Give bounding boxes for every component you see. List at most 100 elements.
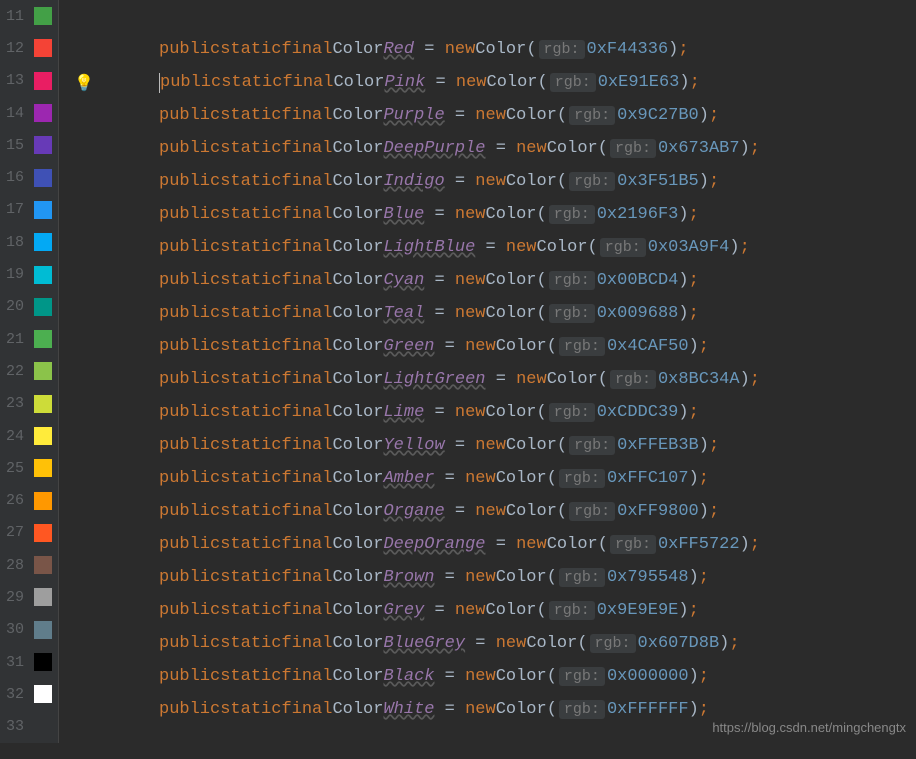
code-line[interactable]: public static final Color Organe = new C…: [59, 495, 916, 528]
color-swatch-icon[interactable]: [34, 492, 52, 510]
constructor-name: Color: [506, 502, 557, 521]
type-name: Color: [332, 469, 383, 488]
code-line[interactable]: [59, 0, 916, 33]
open-paren: (: [547, 667, 557, 686]
gutter-row[interactable]: 15: [0, 129, 58, 161]
code-line[interactable]: public static final Color Lime = new Col…: [59, 396, 916, 429]
code-line[interactable]: public static final Color Green = new Co…: [59, 330, 916, 363]
color-swatch-icon[interactable]: [34, 621, 52, 639]
color-swatch-icon[interactable]: [34, 556, 52, 574]
field-name: White: [383, 700, 434, 719]
color-swatch-icon[interactable]: [34, 395, 52, 413]
color-swatch-icon[interactable]: [34, 298, 52, 316]
gutter-row[interactable]: 20: [0, 291, 58, 323]
gutter-row[interactable]: 26: [0, 484, 58, 516]
keyword-final: final: [281, 271, 332, 290]
color-swatch-icon[interactable]: [34, 104, 52, 122]
gutter-row[interactable]: 32: [0, 678, 58, 710]
gutter-row[interactable]: 29: [0, 581, 58, 613]
color-swatch-icon[interactable]: [34, 136, 52, 154]
color-swatch-icon[interactable]: [34, 362, 52, 380]
open-paren: (: [577, 634, 587, 653]
operator-equals: =: [425, 73, 456, 92]
gutter-row[interactable]: 13: [0, 65, 58, 97]
gutter-row[interactable]: 23: [0, 388, 58, 420]
gutter-row[interactable]: 22: [0, 355, 58, 387]
operator-equals: =: [434, 337, 465, 356]
code-line[interactable]: public static final Color BlueGrey = new…: [59, 627, 916, 660]
open-paren: (: [598, 535, 608, 554]
gutter-row[interactable]: 11: [0, 0, 58, 32]
gutter-row[interactable]: 31: [0, 646, 58, 678]
code-line[interactable]: public static final Color Amber = new Co…: [59, 462, 916, 495]
keyword-final: final: [281, 370, 332, 389]
code-area[interactable]: public static final Color Red = new Colo…: [59, 0, 916, 743]
color-swatch-icon[interactable]: [34, 7, 52, 25]
code-line[interactable]: public static final Color LightGreen = n…: [59, 363, 916, 396]
code-line[interactable]: public static final Color Teal = new Col…: [59, 297, 916, 330]
close-paren: ): [699, 502, 709, 521]
gutter-row[interactable]: 16: [0, 161, 58, 193]
gutter-row[interactable]: 14: [0, 97, 58, 129]
gutter-row[interactable]: 24: [0, 420, 58, 452]
color-swatch-icon[interactable]: [34, 72, 52, 90]
code-line[interactable]: public static final Color Yellow = new C…: [59, 429, 916, 462]
code-line[interactable]: public static final Color Indigo = new C…: [59, 165, 916, 198]
code-line[interactable]: 💡public static final Color Pink = new Co…: [59, 66, 916, 99]
line-number: 17: [4, 201, 28, 218]
operator-equals: =: [434, 568, 465, 587]
code-line[interactable]: public static final Color Brown = new Co…: [59, 561, 916, 594]
constructor-name: Color: [496, 337, 547, 356]
gutter-row[interactable]: 30: [0, 614, 58, 646]
keyword-new: new: [465, 337, 496, 356]
gutter-row[interactable]: 19: [0, 258, 58, 290]
open-paren: (: [537, 304, 547, 323]
gutter-row[interactable]: 17: [0, 194, 58, 226]
color-swatch-icon[interactable]: [34, 266, 52, 284]
code-editor[interactable]: 111213141516 17 18192021222324252627282930…: [0, 0, 916, 743]
color-swatch-icon[interactable]: [34, 459, 52, 477]
keyword-final: final: [281, 436, 332, 455]
code-line[interactable]: public static final Color DeepPurple = n…: [59, 132, 916, 165]
color-swatch-icon[interactable]: [34, 685, 52, 703]
color-swatch-icon[interactable]: [34, 169, 52, 187]
keyword-final: final: [281, 238, 332, 257]
color-swatch-icon[interactable]: [34, 233, 52, 251]
hex-value: 0xFFEB3B: [617, 436, 699, 455]
gutter-row[interactable]: 12: [0, 32, 58, 64]
code-line[interactable]: public static final Color Blue = new Col…: [59, 198, 916, 231]
open-paren: (: [537, 601, 547, 620]
gutter-row[interactable]: 21: [0, 323, 58, 355]
gutter-row[interactable]: 18: [0, 226, 58, 258]
color-swatch-icon[interactable]: [34, 39, 52, 57]
color-swatch-icon[interactable]: [34, 588, 52, 606]
semicolon: ;: [750, 535, 760, 554]
code-line[interactable]: public static final Color Black = new Co…: [59, 660, 916, 693]
gutter-row[interactable]: 25: [0, 452, 58, 484]
keyword-public: public: [159, 205, 220, 224]
color-swatch-icon[interactable]: [34, 201, 52, 219]
keyword-public: public: [160, 73, 221, 92]
gutter-row[interactable]: 33: [0, 711, 58, 743]
code-line[interactable]: public static final Color LightBlue = ne…: [59, 231, 916, 264]
color-swatch-icon[interactable]: [34, 427, 52, 445]
code-line[interactable]: public static final Color DeepOrange = n…: [59, 528, 916, 561]
color-swatch-icon[interactable]: [34, 330, 52, 348]
semicolon: ;: [678, 40, 688, 59]
type-name: Color: [332, 304, 383, 323]
color-swatch-icon[interactable]: [34, 653, 52, 671]
gutter-row[interactable]: 28: [0, 549, 58, 581]
code-line[interactable]: public static final Color Grey = new Col…: [59, 594, 916, 627]
field-name: Grey: [383, 601, 424, 620]
line-number: 31: [4, 654, 28, 671]
type-name: Color: [332, 40, 383, 59]
lightbulb-icon[interactable]: 💡: [74, 73, 94, 93]
keyword-new: new: [496, 634, 527, 653]
type-name: Color: [332, 568, 383, 587]
gutter-row[interactable]: 27: [0, 517, 58, 549]
field-name: Brown: [383, 568, 434, 587]
code-line[interactable]: public static final Color Cyan = new Col…: [59, 264, 916, 297]
code-line[interactable]: public static final Color Purple = new C…: [59, 99, 916, 132]
code-line[interactable]: public static final Color Red = new Colo…: [59, 33, 916, 66]
color-swatch-icon[interactable]: [34, 524, 52, 542]
